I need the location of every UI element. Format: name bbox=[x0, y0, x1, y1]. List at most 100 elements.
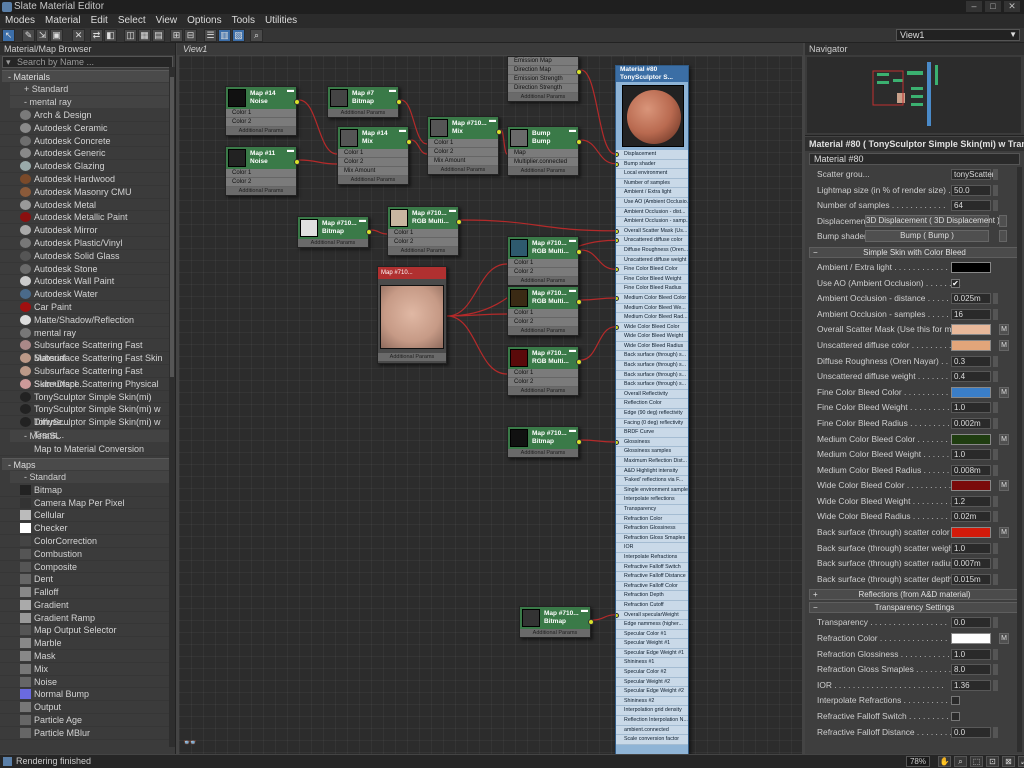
list-item[interactable]: Autodesk Solid Glass bbox=[0, 250, 175, 263]
node-view-canvas[interactable]: Map #14 Noise ▬ Color 1 Color 2 Additional Pa… bbox=[179, 56, 802, 754]
map-node[interactable]: Map #11 Noise ▬ Color 1 Color 2 Additional Pa… bbox=[225, 146, 300, 196]
node-slot[interactable]: Color 1 bbox=[388, 229, 458, 238]
param-value-input[interactable]: 1.2 bbox=[951, 495, 991, 507]
list-item[interactable]: Gradient Ramp bbox=[0, 612, 175, 625]
list-item[interactable]: Map to Material Conversion bbox=[0, 443, 175, 456]
map-button[interactable]: M bbox=[999, 433, 1009, 445]
node-slot[interactable]: Color 1 bbox=[508, 259, 578, 268]
material-slot[interactable]: ambient.connected bbox=[616, 725, 688, 736]
material-node[interactable]: Material #80 TonySculptor S... Displacem… bbox=[615, 65, 689, 754]
color-swatch[interactable] bbox=[951, 633, 991, 645]
list-item[interactable]: Composite bbox=[0, 561, 175, 574]
node-slot[interactable]: Mix Amount bbox=[338, 167, 408, 176]
list-item[interactable]: Output bbox=[0, 701, 175, 715]
select-by-material-icon[interactable]: ▧ bbox=[232, 29, 245, 42]
material-slot[interactable]: Number of samples bbox=[616, 178, 688, 189]
select-tool-icon[interactable]: ↖ bbox=[2, 29, 15, 42]
node-slot[interactable]: Color 1 bbox=[338, 149, 408, 158]
node-collapse-icon[interactable]: ▬ bbox=[569, 127, 576, 135]
param-spinner[interactable] bbox=[993, 355, 998, 367]
param-spinner[interactable] bbox=[993, 402, 998, 414]
material-slot[interactable]: Specular Color #1 bbox=[616, 629, 688, 640]
list-item[interactable]: Gradient bbox=[0, 599, 175, 612]
node-collapse-icon[interactable]: ▬ bbox=[287, 147, 294, 155]
hide-unused-icon[interactable]: ◧ bbox=[104, 29, 117, 42]
map-button[interactable]: M bbox=[999, 527, 1009, 539]
input-socket[interactable] bbox=[616, 161, 619, 167]
material-slot[interactable]: Interpolate Refractions bbox=[616, 552, 688, 563]
node-collapse-icon[interactable]: ▬ bbox=[569, 347, 576, 355]
param-value-input[interactable]: 0.008m bbox=[951, 464, 991, 476]
list-item[interactable]: Falloff bbox=[0, 586, 175, 599]
map-node[interactable]: Map #710... Mix ▬ Color 1 Color 2 Mix Amount A… bbox=[427, 116, 502, 175]
material-slot[interactable]: Single environment sample bbox=[616, 485, 688, 496]
menu-item-edit[interactable]: Edit bbox=[86, 14, 113, 28]
list-item[interactable]: Subsurface Scattering Physical bbox=[0, 378, 175, 391]
material-slot[interactable]: BRDF Curve bbox=[616, 428, 688, 438]
param-spinner[interactable] bbox=[993, 542, 998, 554]
list-item[interactable]: Subsurface Scattering Fast Skin bbox=[0, 352, 175, 365]
maximize-view-icon[interactable]: ⤢ bbox=[1018, 756, 1024, 767]
map-node[interactable]: Map #710... RGB Multi... ▬ Color 1 Color 2 Ad… bbox=[387, 206, 462, 256]
param-spinner[interactable] bbox=[993, 371, 998, 383]
material-slot[interactable]: Scale conversion factor bbox=[616, 735, 688, 745]
show-map-icon[interactable]: ◫ bbox=[124, 29, 137, 42]
list-item[interactable]: Autodesk Water bbox=[0, 288, 175, 301]
list-item[interactable]: Particle Age bbox=[0, 714, 175, 727]
search-icon[interactable]: ⌕ bbox=[250, 29, 263, 42]
material-slot[interactable]: Back surface (through) s... bbox=[616, 380, 688, 390]
params-scrollbar[interactable] bbox=[1017, 167, 1022, 752]
output-socket[interactable] bbox=[406, 139, 412, 145]
material-slot[interactable]: Refraction Glossiness bbox=[616, 524, 688, 534]
menu-item-tools[interactable]: Tools bbox=[227, 14, 260, 28]
color-swatch[interactable] bbox=[951, 527, 991, 539]
list-item[interactable]: Noise bbox=[0, 676, 175, 689]
list-item[interactable]: Particle MBlur bbox=[0, 727, 175, 740]
material-slot[interactable]: Unscattered diffuse color bbox=[616, 236, 688, 246]
output-socket[interactable] bbox=[576, 439, 582, 445]
input-socket[interactable] bbox=[616, 228, 619, 234]
material-slot[interactable]: Specular Color #2 bbox=[616, 668, 688, 678]
list-item[interactable]: ColorCorrection bbox=[0, 535, 175, 548]
material-slot[interactable]: Specular Edge Weight #1 bbox=[616, 648, 688, 659]
map-node[interactable]: Map #710... Bitmap ▬ Additional Params bbox=[507, 426, 582, 458]
output-socket[interactable] bbox=[576, 359, 582, 365]
list-item[interactable]: Autodesk Stone bbox=[0, 263, 175, 276]
material-slot[interactable]: Shininess #1 bbox=[616, 658, 688, 669]
node-collapse-icon[interactable]: ▬ bbox=[569, 287, 576, 295]
material-slot[interactable]: Refraction Cutoff bbox=[616, 600, 688, 611]
param-value-input[interactable]: 0.02m bbox=[951, 511, 991, 523]
param-value-input[interactable]: 16 bbox=[951, 308, 991, 320]
material-slot[interactable]: Specular Weight #1 bbox=[616, 639, 688, 649]
material-slot[interactable]: Glossiness samples bbox=[616, 447, 688, 457]
color-swatch[interactable] bbox=[951, 480, 991, 492]
node-collapse-icon[interactable]: ▬ bbox=[449, 207, 456, 215]
param-value-input[interactable]: 1.0 bbox=[951, 542, 991, 554]
node-collapse-icon[interactable]: ▬ bbox=[359, 217, 366, 225]
output-socket[interactable] bbox=[576, 139, 582, 145]
map-button[interactable]: M bbox=[999, 324, 1009, 336]
node-collapse-icon[interactable]: ▬ bbox=[581, 607, 588, 615]
list-item[interactable]: TonySculptor Simple Skin(mi) w Trans... bbox=[0, 416, 175, 440]
list-item[interactable]: Subsurface Scattering Fast Skin+Displ... bbox=[0, 365, 175, 389]
list-item[interactable]: Normal Bump bbox=[0, 688, 175, 702]
color-swatch[interactable] bbox=[951, 386, 991, 398]
node-slot[interactable]: Color 2 bbox=[226, 178, 296, 187]
param-spinner[interactable] bbox=[993, 679, 998, 691]
list-item[interactable]: Combustion bbox=[0, 548, 175, 561]
material-slot[interactable]: Facing (0 deg) reflectivity bbox=[616, 418, 688, 429]
material-slot[interactable]: Displacement bbox=[616, 150, 688, 160]
param-spinner[interactable] bbox=[993, 648, 998, 660]
map-button[interactable]: M bbox=[999, 633, 1009, 645]
material-slot[interactable]: Refractive Falloff Distance bbox=[616, 572, 688, 582]
param-spinner[interactable] bbox=[993, 664, 998, 676]
list-item[interactable]: Autodesk Masonry CMU bbox=[0, 186, 175, 199]
param-spinner[interactable] bbox=[993, 511, 998, 523]
node-slot[interactable]: Color 1 bbox=[508, 369, 578, 378]
param-spinner[interactable] bbox=[993, 726, 998, 738]
node-slot[interactable]: Color 2 bbox=[508, 378, 578, 387]
material-slot[interactable]: Refraction Gloss Smaples bbox=[616, 533, 688, 544]
node-slot[interactable]: Direction Map bbox=[508, 66, 578, 75]
output-socket[interactable] bbox=[396, 99, 402, 105]
menu-item-modes[interactable]: Modes bbox=[0, 14, 40, 28]
